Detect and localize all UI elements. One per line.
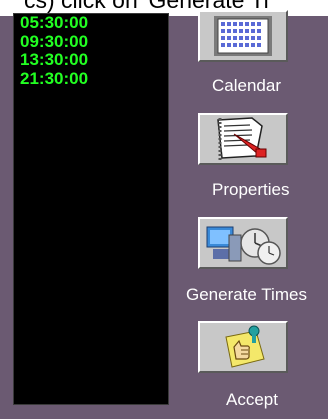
accept-label: Accept <box>226 390 278 409</box>
accept-button[interactable] <box>198 321 288 373</box>
properties-icon <box>217 117 267 160</box>
generate-times-button[interactable] <box>198 217 288 269</box>
properties-button[interactable] <box>198 113 288 165</box>
time-item[interactable]: 05:30:00 <box>20 13 168 33</box>
thumbs-up-icon <box>225 325 265 368</box>
time-item[interactable]: 21:30:00 <box>20 69 168 89</box>
generate-times-icon <box>206 226 281 265</box>
time-item[interactable]: 09:30:00 <box>20 32 168 52</box>
properties-label: Properties <box>212 180 290 199</box>
time-list[interactable]: 05:30:00 09:30:00 13:30:00 21:30:00 <box>13 13 169 405</box>
calendar-icon <box>214 16 272 56</box>
calendar-label: Calendar <box>212 76 281 95</box>
time-item[interactable]: 13:30:00 <box>20 50 168 70</box>
calendar-button[interactable] <box>198 10 288 62</box>
generate-times-label: Generate Times <box>186 285 307 304</box>
